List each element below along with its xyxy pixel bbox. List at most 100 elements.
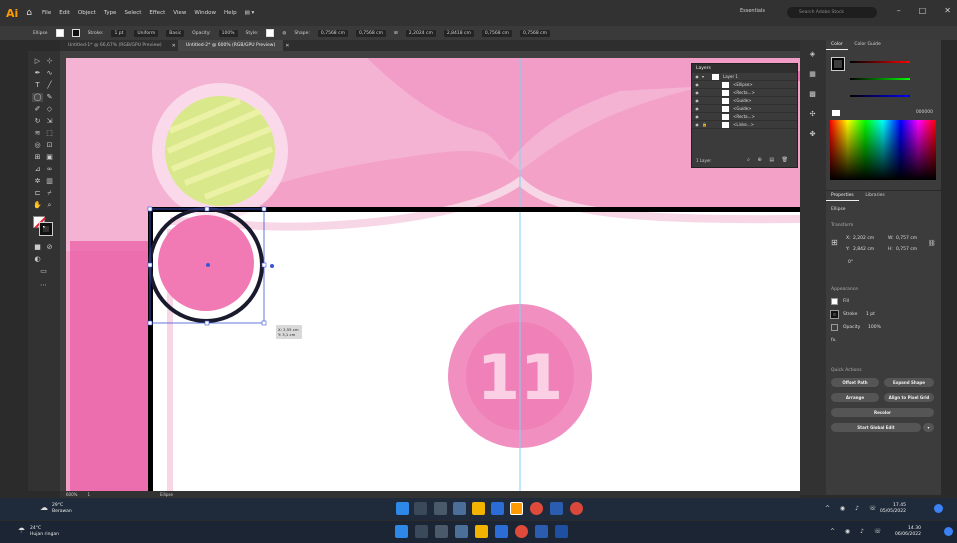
color-spectrum[interactable] [830,120,936,180]
layer-row[interactable]: ◉ <Ellipse> [692,81,797,89]
folder-icon[interactable] [472,502,485,515]
tab-color-guide[interactable]: Color Guide [849,40,885,49]
notification-icon[interactable] [944,527,953,536]
curvature-tool-icon[interactable]: ∿ [44,69,55,78]
minimize-icon[interactable]: – [897,6,901,15]
global-edit-button[interactable]: Start Global Edit [831,423,921,432]
horizontal-ruler[interactable] [60,51,800,58]
mesh-tool-icon[interactable]: ⊞ [32,153,43,162]
stroke-label[interactable]: Stroke: [88,31,104,36]
zoom-app-icon[interactable] [555,525,568,538]
reference-point-icon[interactable]: ⊞ [831,238,838,247]
folder-icon[interactable] [475,525,488,538]
tab-untitled-1[interactable]: Untitled-1* @ 66,67% (RGB/GPU Preview) [60,40,170,51]
stroke-swatch[interactable] [71,29,80,37]
eye-icon[interactable]: ◉ [692,74,702,79]
stroke-weight-field[interactable]: 1 pt [111,29,127,37]
stroke-swatch-panel[interactable] [830,310,839,319]
eye-icon[interactable]: ◉ [692,90,702,95]
opacity-field[interactable]: 100% [218,29,238,37]
store-icon[interactable] [495,525,508,538]
shaper-tool-icon[interactable]: ✐ [32,105,43,114]
explorer-icon[interactable] [455,525,468,538]
right-scroll-strip[interactable] [941,40,957,495]
menu-object[interactable]: Object [78,10,96,16]
color-stroke-proxy[interactable] [831,57,845,71]
menu-select[interactable]: Select [124,10,141,16]
shape-builder-tool-icon[interactable]: ◎ [32,141,43,150]
close-tab-icon[interactable]: ✕ [285,43,289,49]
arrange-button[interactable]: Arrange [831,393,879,402]
edit-toolbar-icon[interactable]: ⋯ [38,281,49,290]
expand-shape-button[interactable]: Expand Shape [884,378,934,387]
red-slider[interactable] [850,61,910,63]
symbol-sprayer-tool-icon[interactable]: ✲ [32,177,43,186]
layers-footer-icons[interactable]: ⌕ ⊕ ▤ 🗑 [747,157,791,163]
align-pixel-grid-button[interactable]: Align to Pixel Grid [884,393,934,402]
warp-tool-icon[interactable]: ≋ [32,129,43,138]
eye-icon[interactable]: ◉ [692,114,702,119]
start-icon[interactable] [395,525,408,538]
variable-width-profile[interactable]: Uniform [134,29,159,37]
chrome-icon[interactable] [515,525,528,538]
h-field[interactable]: 0,757 cm [896,247,917,252]
recolor-icon[interactable]: ◍ [282,31,286,36]
start-icon[interactable] [396,502,409,515]
menu-window[interactable]: Window [194,10,216,16]
workspace-switcher-icon[interactable]: ▤ ▾ [245,10,255,16]
hex-value[interactable]: 000000 [916,110,933,115]
eye-icon[interactable]: ◉ [692,106,702,111]
notification-icon[interactable] [934,504,943,513]
libraries-panel-icon[interactable]: ▦ [807,70,818,79]
fill-swatch-panel[interactable] [831,298,838,305]
blue-slider[interactable] [850,95,910,97]
stroke-color-box[interactable] [39,222,53,236]
offset-path-button[interactable]: Offset Path [831,378,879,387]
word-icon[interactable] [550,502,563,515]
pen-tool-icon[interactable]: ✒ [32,69,43,78]
tab-properties[interactable]: Properties [826,191,859,201]
selection-tool-icon[interactable]: ▷ [32,57,43,66]
eyedropper-tool-icon[interactable]: ⊿ [32,165,43,174]
taskview-icon[interactable] [434,502,447,515]
x-field[interactable]: 2,2024 cm [405,29,436,37]
layers-panel-icon[interactable]: ◈ [807,50,818,59]
menu-view[interactable]: View [173,10,186,16]
workspace-dropdown[interactable]: Essentials [740,8,765,14]
lock-icon[interactable]: 🔒 [702,122,718,127]
artboard-canvas[interactable]: 11 [60,51,800,491]
gradient-tool-icon[interactable]: ▣ [44,153,55,162]
align-icon[interactable]: ⊞ [394,31,398,36]
fx-button[interactable]: fx. [831,338,837,343]
layer-row[interactable]: ◉ <Guide> [692,105,797,113]
eraser-tool-icon[interactable]: ◇ [44,105,55,114]
symbols-panel-icon[interactable]: ✣ [807,110,818,119]
none-color-icon[interactable]: ⊘ [44,243,55,252]
hand-tool-icon[interactable]: ✋ [32,201,43,210]
slice-tool-icon[interactable]: ⌿ [44,189,55,198]
brush-definition[interactable]: Basic [166,29,185,37]
shape-height-field[interactable]: 0,7568 cm [355,29,387,37]
perspective-tool-icon[interactable]: ⊡ [44,141,55,150]
stroke-label[interactable]: Stroke [843,312,857,317]
menu-type[interactable]: Type [104,10,117,16]
zoom-level[interactable]: 600% [66,492,77,497]
shape-width-field[interactable]: 0,7568 cm [317,29,348,37]
eye-icon[interactable]: ◉ [692,82,702,87]
direct-selection-tool-icon[interactable]: ⊹ [44,57,55,66]
x-field[interactable]: 2,202 cm [853,236,874,241]
search-icon[interactable] [414,502,427,515]
blend-tool-icon[interactable]: ∞ [44,165,55,174]
graphic-style-swatch[interactable] [266,29,275,37]
swatches-panel-icon[interactable]: ▩ [807,90,818,99]
maximize-icon[interactable]: □ [919,6,927,15]
vertical-ruler[interactable] [60,58,66,491]
menu-help[interactable]: Help [224,10,237,16]
fill-label[interactable]: Fill [843,299,849,304]
zoom-tool-icon[interactable]: ⌕ [44,201,55,210]
menu-effect[interactable]: Effect [149,10,165,16]
layer-row[interactable]: ◉ <Guide> [692,97,797,105]
home-icon[interactable]: ⌂ [26,8,32,18]
menu-file[interactable]: File [42,10,51,16]
search-icon[interactable] [415,525,428,538]
